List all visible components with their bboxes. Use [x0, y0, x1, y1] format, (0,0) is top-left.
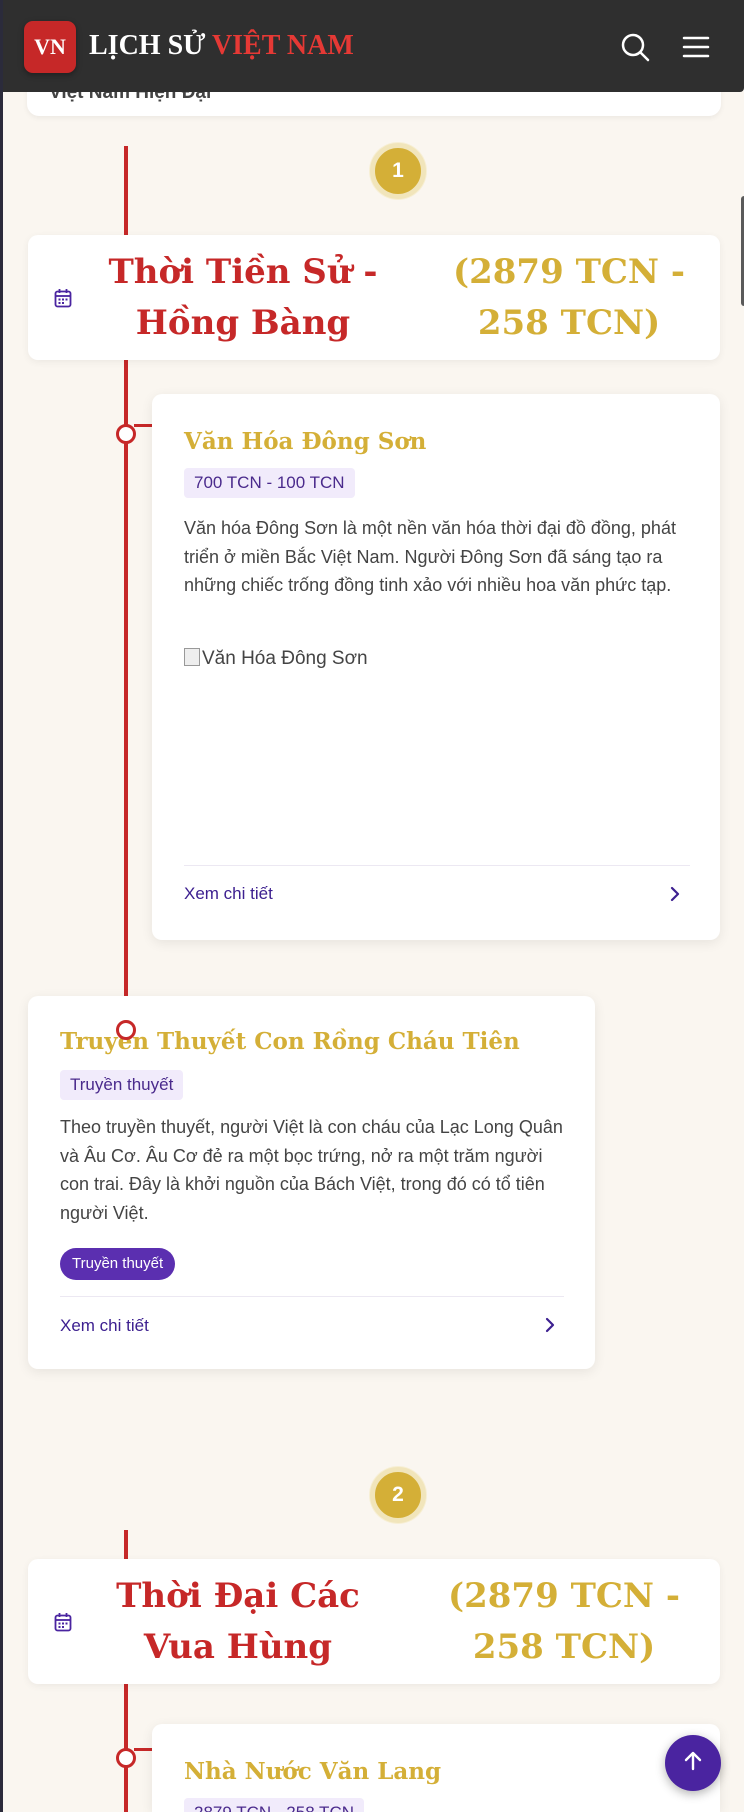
event-image-alt: Văn Hóa Đông Sơn	[202, 648, 368, 669]
timeline-dot	[116, 1748, 136, 1768]
era-header: Thời Tiền Sử - Hồng Bàng (2879 TCN - 258…	[28, 235, 720, 360]
era-date-range: (2879 TCN - 258 TCN)	[453, 252, 685, 343]
back-to-top-button[interactable]	[665, 1735, 721, 1791]
event-image: Văn Hóa Đông Sơn	[184, 648, 368, 670]
brand-red-text: VIỆT NAM	[211, 30, 354, 61]
timeline-dot	[116, 1020, 136, 1040]
event-title[interactable]: Văn Hóa Đông Sơn	[184, 428, 426, 455]
calendar-icon	[54, 1612, 72, 1632]
hamburger-menu-icon[interactable]	[679, 30, 713, 64]
event-title[interactable]: Nhà Nước Văn Lang	[184, 1758, 441, 1785]
divider	[60, 1296, 564, 1297]
divider	[184, 865, 690, 866]
era-header: Thời Đại Các Vua Hùng (2879 TCN - 258 TC…	[28, 1559, 720, 1684]
era-title: Thời Tiền Sử - Hồng Bàng	[108, 252, 378, 343]
event-card: Văn Hóa Đông Sơn 700 TCN - 100 TCN Văn h…	[152, 394, 720, 940]
era-title: Thời Đại Các Vua Hùng	[116, 1576, 360, 1667]
event-date-badge: Truyền thuyết	[60, 1070, 184, 1100]
site-header: VN LỊCH SỬ VIỆT NAM	[3, 0, 744, 92]
event-card: Nhà Nước Văn Lang 2879 TCN - 258 TCN	[152, 1724, 720, 1812]
event-description: Văn hóa Đông Sơn là một nền văn hóa thời…	[184, 518, 676, 595]
event-description: Theo truyền thuyết, người Việt là con ch…	[60, 1117, 563, 1223]
search-icon[interactable]	[618, 30, 652, 64]
brand-white-text: LỊCH SỬ	[89, 30, 206, 61]
view-details-link[interactable]: Xem chi tiết	[60, 1316, 149, 1336]
category-tag[interactable]: Truyền thuyết	[60, 1248, 176, 1280]
era-date-range: (2879 TCN - 258 TCN)	[448, 1576, 680, 1667]
timeline-dot	[116, 424, 136, 444]
view-details-link[interactable]: Xem chi tiết	[184, 884, 273, 904]
era-number-badge: 1	[370, 143, 426, 199]
timeline-connector	[134, 1748, 152, 1751]
chevron-right-icon[interactable]	[543, 1316, 557, 1334]
timeline-connector	[134, 424, 152, 427]
event-date-badge: 2879 TCN - 258 TCN	[184, 1798, 364, 1812]
logo-mark[interactable]: VN	[24, 21, 76, 73]
calendar-icon	[54, 288, 72, 308]
arrow-up-icon	[682, 1750, 704, 1777]
chevron-right-icon[interactable]	[668, 885, 682, 903]
event-card: Truyền Thuyết Con Rồng Cháu Tiên Truyền …	[28, 996, 595, 1369]
era-number-badge: 2	[370, 1467, 426, 1523]
broken-image-icon	[184, 648, 200, 666]
event-date-badge: 700 TCN - 100 TCN	[184, 468, 355, 498]
site-brand[interactable]: LỊCH SỬ VIỆT NAM	[89, 30, 354, 62]
